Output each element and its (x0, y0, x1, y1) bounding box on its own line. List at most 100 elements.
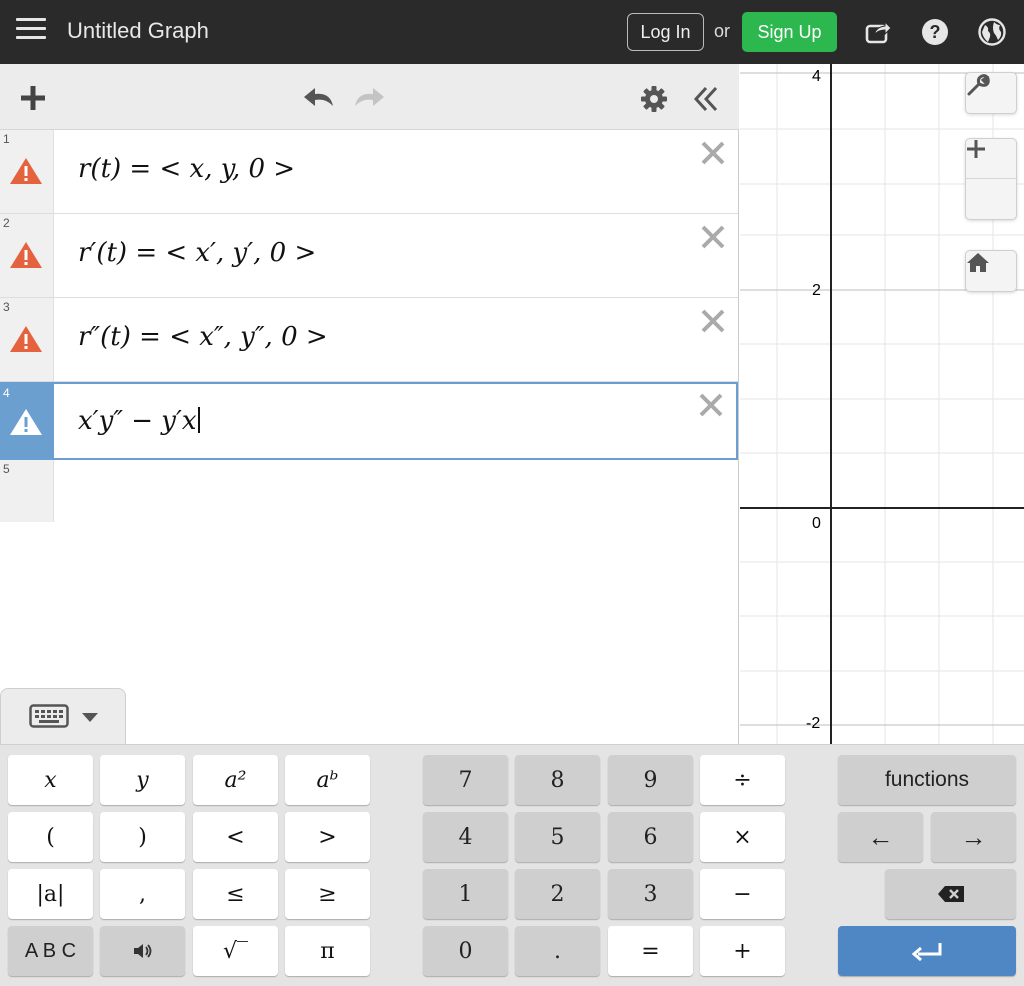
redo-icon (355, 88, 384, 106)
add-item-button[interactable] (19, 84, 47, 117)
expression-row-empty[interactable]: 5 (0, 460, 738, 522)
expression-row[interactable]: 2 r′(t) = < x′, y′, 0 > (0, 214, 738, 298)
globe-icon[interactable] (978, 18, 1006, 46)
expression-row[interactable]: 1 r(t) = < x, y, 0 > (0, 130, 738, 214)
keyboard-icon (29, 704, 69, 728)
speaker-icon (133, 944, 151, 958)
expression-index: 5 (3, 462, 10, 476)
key-7[interactable]: 7 (423, 755, 508, 805)
expression-row[interactable]: 3 r″(t) = < x″, y″, 0 > (0, 298, 738, 382)
gear-icon (641, 86, 667, 112)
expression-gutter: 1 (0, 130, 54, 213)
home-icon (967, 253, 989, 272)
key-minus[interactable]: − (700, 869, 785, 919)
key-less-equal[interactable]: ≤ (193, 869, 278, 919)
settings-button[interactable] (640, 85, 668, 118)
expression-input[interactable]: r′(t) = < x′, y′, 0 > (78, 238, 316, 268)
graph-paper[interactable]: 4 2 0 -2 (740, 64, 1024, 744)
help-icon[interactable]: ? (921, 18, 949, 46)
warning-icon[interactable] (9, 156, 43, 186)
key-divide[interactable]: ÷ (700, 755, 785, 805)
key-1[interactable]: 1 (423, 869, 508, 919)
enter-icon (911, 943, 942, 961)
expression-gutter: 5 (0, 460, 54, 522)
backspace-icon (937, 886, 964, 902)
expression-input[interactable]: r″(t) = < x″, y″, 0 > (78, 322, 328, 352)
double-chevron-left-icon (693, 86, 718, 112)
key-6[interactable]: 6 (608, 812, 693, 862)
y-tick-label: 2 (812, 282, 821, 299)
key-backspace[interactable] (885, 869, 1016, 919)
key-9[interactable]: 9 (608, 755, 693, 805)
key-abc[interactable]: A B C (8, 926, 93, 976)
delete-expression-icon[interactable] (700, 140, 726, 166)
delete-expression-icon[interactable] (700, 308, 726, 334)
caret-down-icon (82, 713, 98, 722)
key-greater-than[interactable]: > (285, 812, 370, 862)
delete-expression-icon[interactable] (700, 224, 726, 250)
signup-button[interactable]: Sign Up (742, 12, 837, 52)
key-enter[interactable] (838, 926, 1016, 976)
key-open-paren[interactable]: ( (8, 812, 93, 862)
key-5[interactable]: 5 (515, 812, 600, 862)
login-button[interactable]: Log In (627, 13, 704, 51)
key-x[interactable]: x (8, 755, 93, 805)
key-plus[interactable]: + (700, 926, 785, 976)
key-less-than[interactable]: < (193, 812, 278, 862)
key-arrow-right[interactable]: → (931, 812, 1016, 862)
default-viewport-button[interactable] (965, 250, 1017, 292)
share-icon[interactable] (864, 18, 892, 46)
key-8[interactable]: 8 (515, 755, 600, 805)
expression-input[interactable]: x′y″ − y′x (78, 406, 200, 436)
warning-icon[interactable] (9, 407, 43, 437)
functions-button[interactable]: functions (838, 755, 1016, 805)
expression-gutter: 4 (0, 384, 54, 458)
hamburger-menu-icon[interactable] (16, 18, 46, 46)
text-cursor (197, 407, 200, 433)
zoom-out-icon (967, 147, 985, 151)
wrench-icon (967, 74, 990, 96)
undo-button[interactable] (302, 86, 336, 115)
zoom-out-button[interactable] (966, 147, 1016, 219)
key-4[interactable]: 4 (423, 812, 508, 862)
key-greater-equal[interactable]: ≥ (285, 869, 370, 919)
warning-icon[interactable] (9, 324, 43, 354)
key-multiply[interactable]: × (700, 812, 785, 862)
math-keypad: x y a² aᵇ ( ) < > |a| , ≤ ≥ A B C √‾ π 7… (0, 744, 1024, 986)
delete-expression-icon[interactable] (698, 392, 724, 418)
key-0[interactable]: 0 (423, 926, 508, 976)
key-sqrt[interactable]: √‾ (193, 926, 278, 976)
key-close-paren[interactable]: ) (100, 812, 185, 862)
key-speaker[interactable] (100, 926, 185, 976)
redo-button[interactable] (352, 86, 386, 115)
expression-list: 1 r(t) = < x, y, 0 > 2 r′(t) = < x′, y′,… (0, 130, 739, 522)
graph-title[interactable]: Untitled Graph (67, 18, 209, 44)
key-equals[interactable]: = (608, 926, 693, 976)
key-abs[interactable]: |a| (8, 869, 93, 919)
expression-toolbar (0, 64, 739, 130)
expression-index: 4 (3, 386, 10, 400)
key-decimal[interactable]: . (515, 926, 600, 976)
keyboard-toggle-button[interactable] (0, 688, 126, 746)
graph-settings-button[interactable] (965, 72, 1017, 114)
key-y[interactable]: y (100, 755, 185, 805)
plus-icon (21, 86, 45, 110)
y-tick-label: -2 (806, 715, 821, 732)
collapse-panel-button[interactable] (692, 85, 720, 118)
expression-input[interactable]: r(t) = < x, y, 0 > (78, 154, 295, 184)
key-comma[interactable]: , (100, 869, 185, 919)
top-header: Untitled Graph Log In or Sign Up ? (0, 0, 1024, 64)
expression-gutter: 3 (0, 298, 54, 381)
key-3[interactable]: 3 (608, 869, 693, 919)
warning-icon[interactable] (9, 240, 43, 270)
key-squared[interactable]: a² (193, 755, 278, 805)
expression-text: x′y″ − y′x (78, 406, 197, 436)
key-2[interactable]: 2 (515, 869, 600, 919)
key-power[interactable]: aᵇ (285, 755, 370, 805)
undo-icon (304, 88, 333, 106)
expression-index: 2 (3, 216, 10, 230)
expression-row-active[interactable]: 4 x′y″ − y′x (0, 382, 738, 460)
key-arrow-left[interactable]: ← (838, 812, 923, 862)
zoom-controls (965, 138, 1017, 220)
key-pi[interactable]: π (285, 926, 370, 976)
